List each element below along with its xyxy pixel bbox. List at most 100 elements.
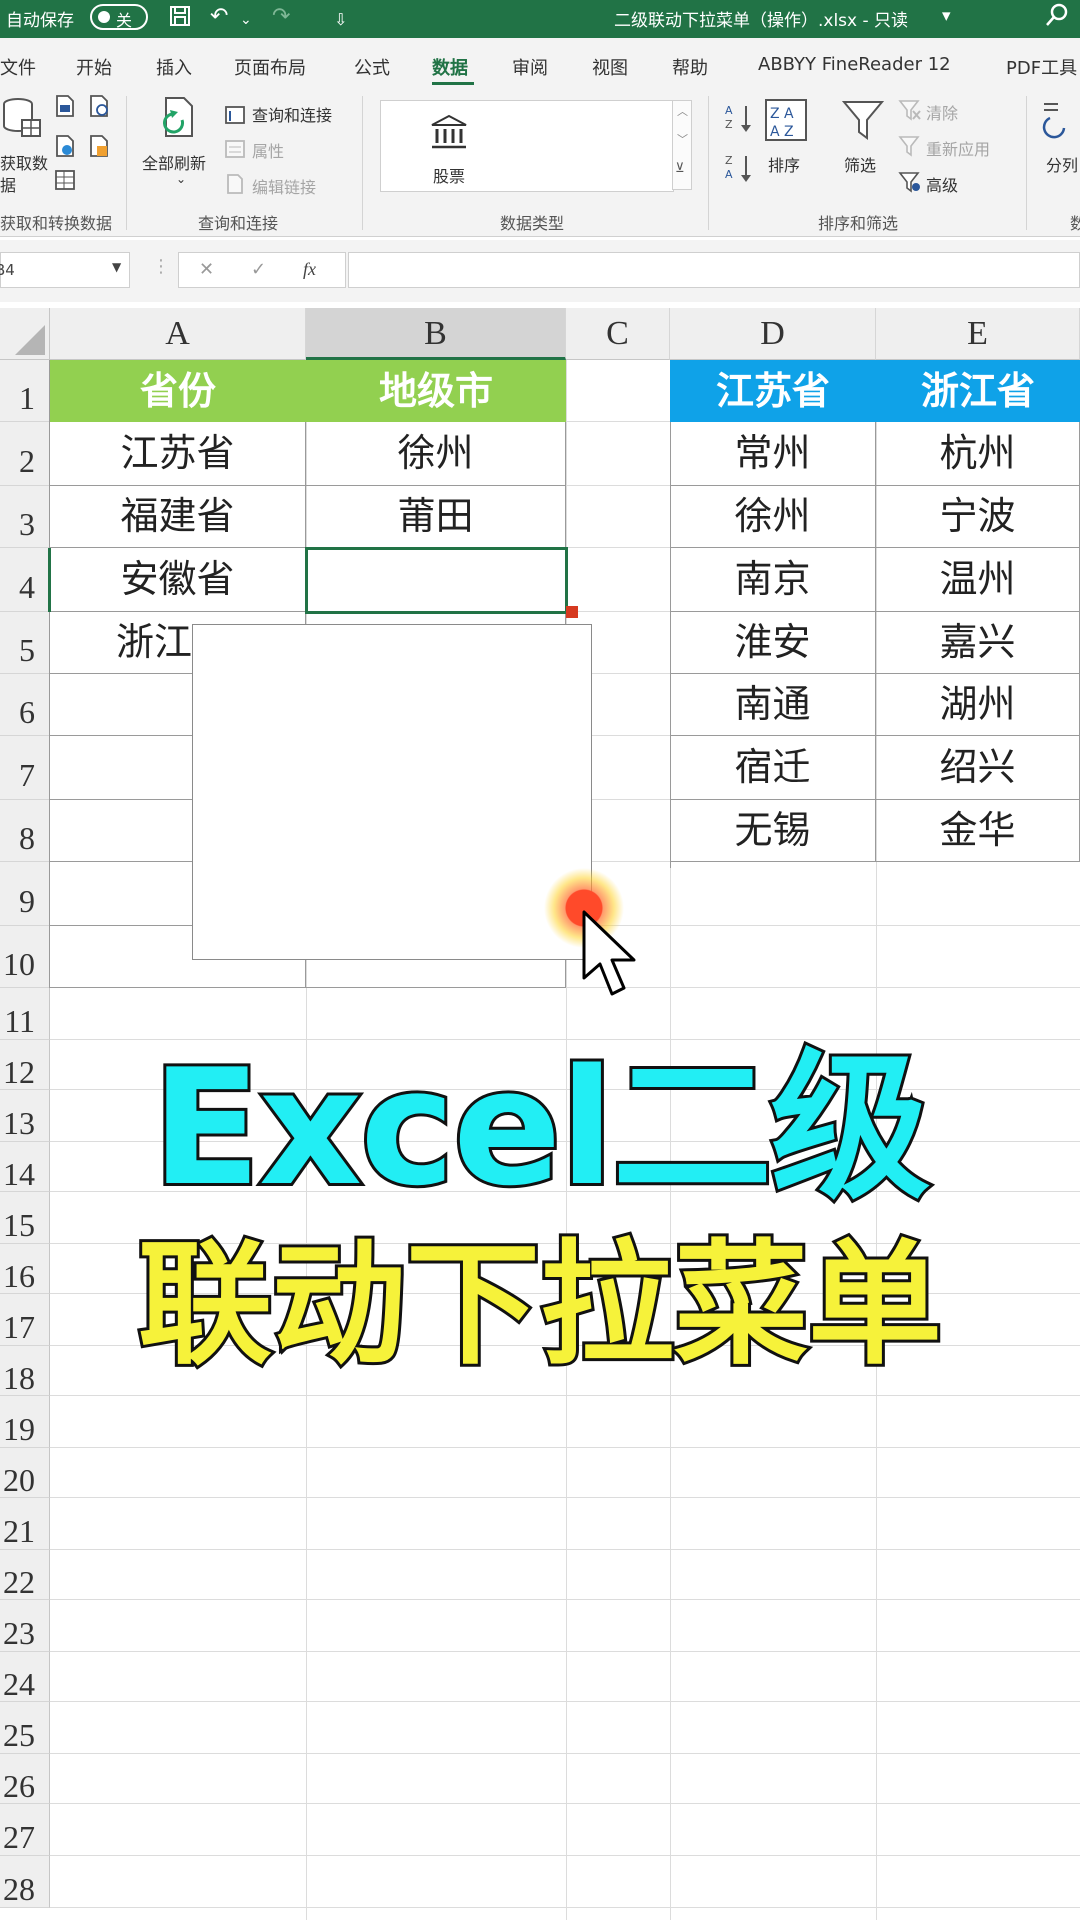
province-cell[interactable]: 福建省 xyxy=(50,486,306,548)
save-icon[interactable] xyxy=(168,4,192,34)
name-box-dropdown-icon[interactable]: ▼ xyxy=(112,260,121,274)
worksheet[interactable]: A B C D E 1 2 3 4 5 6 7 8 9 10 11 12 13 14 15 16 17 18 19 2… xyxy=(0,308,1080,1920)
row-header-8[interactable]: 8 xyxy=(0,800,50,862)
tab-home[interactable]: 开始 xyxy=(76,54,112,80)
row-header-23[interactable]: 23 xyxy=(0,1600,50,1652)
tab-page-layout[interactable]: 页面布局 xyxy=(234,54,306,80)
zhejiang-city-cell[interactable]: 温州 xyxy=(876,548,1080,612)
row-header-7[interactable]: 7 xyxy=(0,736,50,800)
select-all-corner[interactable] xyxy=(0,308,50,360)
row-header-28[interactable]: 28 xyxy=(0,1856,50,1908)
row-header-4[interactable]: 4 xyxy=(0,548,50,612)
undo-icon[interactable]: ↶ xyxy=(210,4,228,29)
edit-links-icon xyxy=(224,172,246,202)
cancel-icon[interactable]: ✕ xyxy=(199,259,214,280)
row-header-9[interactable]: 9 xyxy=(0,862,50,926)
jiangsu-city-cell[interactable]: 淮安 xyxy=(670,612,876,674)
row-header-21[interactable]: 21 xyxy=(0,1498,50,1550)
search-icon[interactable] xyxy=(1044,2,1070,34)
sort-ascending-icon[interactable]: AZ xyxy=(724,102,754,141)
reapply-icon xyxy=(898,134,922,164)
row-header-20[interactable]: 20 xyxy=(0,1448,50,1498)
tab-help[interactable]: 帮助 xyxy=(672,54,708,80)
recent-sources-icon[interactable] xyxy=(88,94,110,123)
data-types-gallery[interactable]: 股票 xyxy=(380,100,674,192)
jiangsu-city-cell[interactable]: 常州 xyxy=(670,422,876,486)
header-province[interactable]: 省份 xyxy=(50,360,306,422)
sort-descending-icon[interactable]: ZA xyxy=(724,152,754,191)
autosave-toggle[interactable]: 关 xyxy=(90,4,148,30)
row-header-27[interactable]: 27 xyxy=(0,1804,50,1856)
zhejiang-city-cell[interactable]: 嘉兴 xyxy=(876,612,1080,674)
jiangsu-city-cell[interactable]: 无锡 xyxy=(670,800,876,862)
tab-abbyy[interactable]: ABBYY FineReader 12 xyxy=(758,54,951,75)
row-header-24[interactable]: 24 xyxy=(0,1652,50,1702)
header-zhejiang[interactable]: 浙江省 xyxy=(876,360,1080,422)
zhejiang-city-cell[interactable]: 杭州 xyxy=(876,422,1080,486)
from-web-icon[interactable] xyxy=(54,134,76,165)
scroll-up-icon[interactable]: ︿ xyxy=(677,103,688,119)
jiangsu-city-cell[interactable]: 宿迁 xyxy=(670,736,876,800)
formula-input[interactable] xyxy=(348,252,1080,288)
tab-view[interactable]: 视图 xyxy=(592,54,628,80)
province-cell[interactable]: 江苏省 xyxy=(50,422,306,486)
customize-qat-icon[interactable]: ⇩ xyxy=(334,10,347,29)
row-header-5[interactable]: 5 xyxy=(0,612,50,674)
active-cell-b4[interactable] xyxy=(305,547,568,614)
row-header-3[interactable]: 3 xyxy=(0,486,50,548)
from-table-icon[interactable] xyxy=(54,168,76,199)
zhejiang-city-cell[interactable]: 金华 xyxy=(876,800,1080,862)
name-box[interactable]: B4 xyxy=(0,252,130,288)
grid-line xyxy=(50,1549,1080,1550)
tab-pdf-tools[interactable]: PDF工具 xyxy=(1006,54,1077,80)
zhejiang-city-cell[interactable]: 湖州 xyxy=(876,674,1080,736)
city-cell[interactable]: 徐州 xyxy=(306,422,566,486)
formula-buttons: ✕ ✓ fx xyxy=(178,252,346,288)
row-header-1[interactable]: 1 xyxy=(0,360,50,422)
gallery-expand-icon[interactable]: ⊻ xyxy=(675,161,685,176)
row-header-25[interactable]: 25 xyxy=(0,1702,50,1754)
scroll-down-icon[interactable]: ﹀ xyxy=(677,131,688,147)
dropdown-arrow-button[interactable] xyxy=(566,606,578,618)
tab-insert[interactable]: 插入 xyxy=(156,54,192,80)
column-header-a[interactable]: A xyxy=(50,308,306,360)
title-dropdown-icon[interactable]: ▾ xyxy=(942,6,951,26)
jiangsu-city-cell[interactable]: 徐州 xyxy=(670,486,876,548)
zhejiang-city-cell[interactable]: 宁波 xyxy=(876,486,1080,548)
jiangsu-city-cell[interactable]: 南京 xyxy=(670,548,876,612)
table-border xyxy=(670,422,671,868)
redo-icon[interactable]: ↷ xyxy=(272,4,290,29)
grid-line xyxy=(50,1803,1080,1804)
from-text-icon[interactable] xyxy=(54,94,76,123)
tab-formulas[interactable]: 公式 xyxy=(354,54,390,80)
column-header-e[interactable]: E xyxy=(876,308,1080,360)
existing-connections-icon[interactable] xyxy=(88,134,110,165)
city-cell[interactable]: 莆田 xyxy=(306,486,566,548)
row-header-26[interactable]: 26 xyxy=(0,1754,50,1804)
undo-dropdown-icon[interactable]: ⌄ xyxy=(240,12,252,28)
tab-review[interactable]: 审阅 xyxy=(512,54,548,80)
tab-file[interactable]: 文件 xyxy=(0,54,36,80)
column-header-c[interactable]: C xyxy=(566,308,670,360)
enter-icon[interactable]: ✓ xyxy=(251,259,266,280)
svg-text:Z: Z xyxy=(725,118,733,131)
header-jiangsu[interactable]: 江苏省 xyxy=(670,360,876,422)
column-header-d[interactable]: D xyxy=(670,308,876,360)
row-header-22[interactable]: 22 xyxy=(0,1550,50,1600)
header-city[interactable]: 地级市 xyxy=(306,360,566,422)
insert-function-icon[interactable]: fx xyxy=(303,259,316,280)
row-header-10[interactable]: 10 xyxy=(0,926,50,988)
validation-dropdown-list[interactable] xyxy=(192,624,592,960)
jiangsu-city-cell[interactable]: 南通 xyxy=(670,674,876,736)
row-header-19[interactable]: 19 xyxy=(0,1396,50,1448)
column-header-b[interactable]: B xyxy=(306,308,566,360)
province-cell[interactable]: 安徽省 xyxy=(50,548,306,612)
autosave-label: 自动保存 xyxy=(6,11,74,31)
row-header-6[interactable]: 6 xyxy=(0,674,50,736)
zhejiang-city-cell[interactable]: 绍兴 xyxy=(876,736,1080,800)
tab-data[interactable]: 数据 xyxy=(432,54,468,80)
stocks-label: 股票 xyxy=(433,167,466,186)
ribbon-separator xyxy=(1026,96,1027,230)
row-header-2[interactable]: 2 xyxy=(0,422,50,486)
gallery-scroll[interactable]: ︿ ﹀ ⊻ xyxy=(672,100,692,190)
